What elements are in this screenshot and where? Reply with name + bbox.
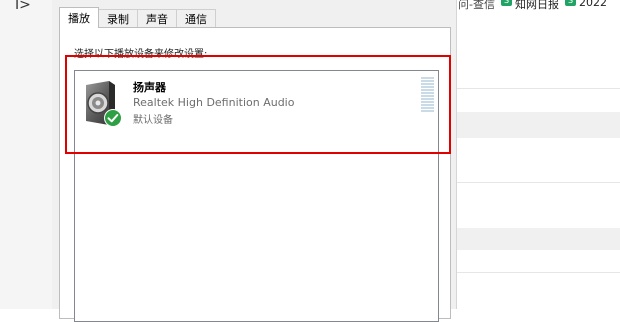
bookmark-label: 2022 — [578, 0, 607, 9]
bookmark-logo-icon: S — [564, 0, 576, 6]
collapse-icon[interactable]: I> — [15, 0, 31, 13]
list-row — [456, 112, 620, 138]
tab-communications[interactable]: 通信 — [176, 9, 216, 28]
divider — [456, 272, 620, 273]
tab-bar: 播放 录制 声音 通信 — [59, 7, 216, 28]
left-panel: I> — [0, 0, 53, 309]
bookmark-label: 知网日报 — [514, 0, 559, 11]
bookmark-logo-icon: S — [500, 0, 512, 6]
background-window — [456, 0, 620, 309]
list-row — [456, 228, 620, 250]
highlight-box — [65, 55, 451, 154]
bookmark-2022[interactable]: S 2022 — [564, 0, 607, 9]
sound-dialog: 播放 录制 声音 通信 选择以下播放设备来修改设置: 扬声器 Realtek H… — [52, 0, 457, 322]
divider — [456, 88, 620, 89]
bookmark-bar: 问-查信 S 知网日报 S 2022 — [456, 0, 620, 14]
tab-recording[interactable]: 录制 — [98, 9, 138, 28]
divider — [456, 182, 620, 183]
clipped-bookmark[interactable]: 问-查信 — [458, 0, 495, 12]
tab-sounds[interactable]: 声音 — [137, 9, 177, 28]
tab-playback[interactable]: 播放 — [59, 7, 99, 28]
bookmark-zhiwang[interactable]: S 知网日报 — [500, 0, 559, 12]
